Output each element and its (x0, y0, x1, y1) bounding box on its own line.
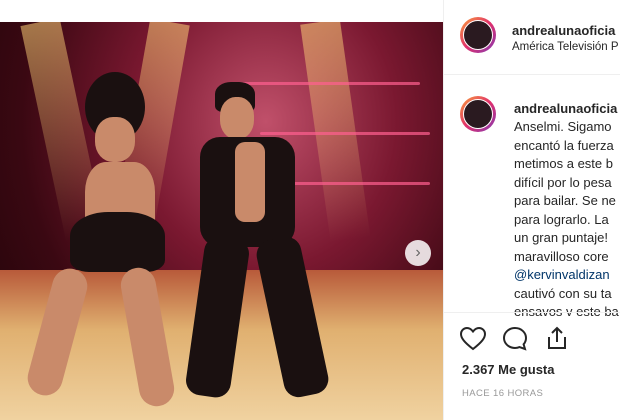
next-photo-button[interactable]: › (405, 240, 431, 266)
chevron-right-icon: › (415, 244, 421, 261)
dancer-costume (70, 212, 165, 272)
post-sidebar: andrealunaoficia América Televisión P an… (443, 0, 620, 420)
caption-line: para lograrlo. La (514, 211, 609, 227)
share-icon[interactable] (544, 325, 570, 351)
dancer-face (95, 117, 135, 162)
header-username[interactable]: andrealunaoficia (512, 23, 615, 38)
dancer-face (220, 97, 254, 139)
action-bar (444, 312, 620, 351)
dancer-chest (235, 142, 265, 222)
heart-icon[interactable] (460, 327, 486, 351)
post-timestamp: HACE 16 HORAS (462, 388, 544, 399)
post-header: andrealunaoficia América Televisión P (444, 0, 620, 75)
caption-line: un gran puntaje! (514, 230, 608, 245)
caption-line: cautivó con su ta (514, 285, 612, 301)
mention-link[interactable]: @kervinvaldizan (514, 266, 620, 285)
caption-line: para bailar. Se ne (514, 193, 616, 208)
caption-username[interactable]: andrealunaoficia (514, 101, 617, 116)
stage-decor (260, 132, 430, 135)
location-link[interactable]: América Televisión P (512, 41, 619, 53)
caption-line: maravilloso core (514, 248, 609, 264)
caption-line: encantó la fuerza (514, 137, 614, 153)
stage-decor (240, 82, 420, 85)
post-photo[interactable]: › (0, 22, 443, 420)
caption-line: difícil por lo pesa (514, 174, 612, 190)
caption-line: metimos a este b (514, 156, 613, 171)
likes-count[interactable]: 2.367 Me gusta (462, 362, 555, 377)
caption-line: Anselmi. Sigamo (514, 119, 612, 134)
avatar[interactable] (460, 17, 496, 53)
comment-icon[interactable] (502, 326, 528, 352)
avatar[interactable] (460, 96, 496, 132)
post-caption: Anselmi. Sigamo encantó la fuerza metimo… (514, 118, 620, 322)
